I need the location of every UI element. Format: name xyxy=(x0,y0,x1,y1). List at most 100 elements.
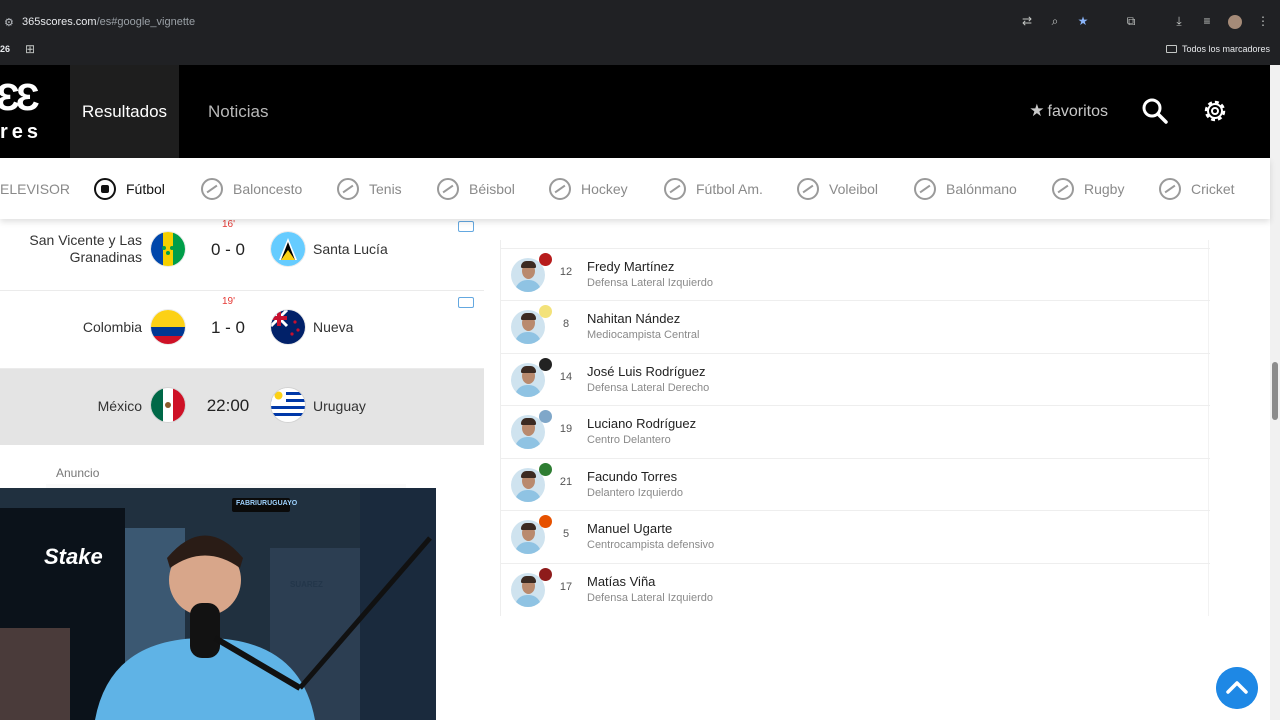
player-number: 19 xyxy=(559,423,573,435)
basketball-icon xyxy=(201,178,223,200)
player-row[interactable]: 8 Nahitan Nández Mediocampista Central xyxy=(501,300,1210,352)
player-position: Defensa Lateral Derecho xyxy=(587,382,710,394)
logo-text: res xyxy=(0,121,43,143)
search-icon[interactable] xyxy=(1141,97,1169,125)
club-badge-icon xyxy=(539,305,552,318)
player-row[interactable]: 21 Facundo Torres Delantero Izquierdo xyxy=(501,458,1210,510)
player-row[interactable]: 17 Matías Viña Defensa Lateral Izquierdo xyxy=(501,563,1210,615)
player-position: Mediocampista Central xyxy=(587,329,700,341)
sport-label: Voleibol xyxy=(829,181,879,197)
extensions-icon[interactable]: ⧉ xyxy=(1124,14,1138,29)
player-row[interactable]: 14 José Luis Rodríguez Defensa Lateral D… xyxy=(501,353,1210,405)
stake-logo: Stake xyxy=(44,544,103,569)
tv-icon[interactable] xyxy=(458,221,474,232)
sport-label: Rugby xyxy=(1084,181,1125,197)
flag-uruguay xyxy=(271,388,305,422)
player-name: Luciano Rodríguez xyxy=(587,416,697,431)
sport-hockey[interactable]: Hockey xyxy=(549,177,628,201)
match-row[interactable]: México 22:00 Uruguay xyxy=(0,369,484,445)
sport-voleibol[interactable]: Voleibol xyxy=(797,177,878,201)
sport-cricket[interactable]: Cricket xyxy=(1159,177,1235,201)
apps-grid-icon[interactable]: ⊞ xyxy=(25,42,35,56)
scroll-to-top-button[interactable] xyxy=(1216,667,1258,709)
player-name: Manuel Ugarte xyxy=(587,521,673,536)
baseball-icon xyxy=(437,178,459,200)
sport-balonmano[interactable]: Balónmano xyxy=(914,177,1017,201)
sport-tenis[interactable]: Tenis xyxy=(337,177,402,201)
match-score: 1 - 0 xyxy=(210,318,246,337)
home-team: Colombia xyxy=(82,319,142,335)
player-position: Centro Delantero xyxy=(587,434,671,446)
player-name: Facundo Torres xyxy=(587,469,678,484)
media-icon[interactable]: ≡ xyxy=(1200,14,1214,29)
club-badge-icon xyxy=(539,253,552,266)
away-team: Uruguay xyxy=(313,398,366,414)
player-number: 17 xyxy=(559,581,573,593)
club-badge-icon xyxy=(539,410,552,423)
club-badge-icon xyxy=(539,515,552,528)
tab-resultados[interactable]: Resultados xyxy=(70,65,179,158)
url-text[interactable]: 365scores.com/es#google_vignette xyxy=(22,16,195,28)
profile-avatar[interactable] xyxy=(1228,15,1242,29)
jersey-name: SUAREZ xyxy=(290,580,323,589)
translate-icon[interactable]: ⇄ xyxy=(1020,14,1034,29)
player-number: 5 xyxy=(562,528,570,540)
gear-icon[interactable] xyxy=(1201,97,1229,125)
download-icon[interactable]: ⤓ xyxy=(1172,14,1186,29)
star-icon: ★ xyxy=(1029,101,1045,120)
zoom-icon[interactable]: ⌕ xyxy=(1048,14,1062,29)
club-badge-icon xyxy=(539,463,552,476)
sport-beisbol[interactable]: Béisbol xyxy=(437,177,515,201)
away-team: Santa Lucía xyxy=(313,241,388,257)
scrollbar-thumb[interactable] xyxy=(1272,362,1278,420)
folder-icon xyxy=(1165,45,1177,53)
sport-futbol[interactable]: Fútbol xyxy=(94,177,165,201)
player-number: 12 xyxy=(559,266,573,278)
address-bar[interactable]: ⚙ 365scores.com/es#google_vignette ⇄ ⌕ ★… xyxy=(0,8,1280,36)
tab-noticias[interactable]: Noticias xyxy=(208,65,268,158)
sport-label: ELEVISOR xyxy=(0,181,71,197)
football-icon xyxy=(664,178,686,200)
favorites-link[interactable]: ★ favoritos xyxy=(1029,101,1108,121)
browser-chrome: ⚙ 365scores.com/es#google_vignette ⇄ ⌕ ★… xyxy=(0,0,1280,65)
player-name: Fredy Martínez xyxy=(587,259,675,274)
match-minute: 19' xyxy=(222,296,236,307)
sport-label: Fútbol xyxy=(126,181,165,197)
menu-icon[interactable]: ⋮ xyxy=(1256,14,1270,29)
sport-label: Hockey xyxy=(581,181,628,197)
sport-baloncesto[interactable]: Baloncesto xyxy=(201,177,302,201)
sport-label: Fútbol Am. xyxy=(696,181,763,197)
logo-mark: ƐƐ xyxy=(0,77,40,119)
match-row[interactable]: 16' San Vicente y Las Granadinas 0 - 0 S… xyxy=(0,219,484,291)
site-logo[interactable]: ƐƐ res xyxy=(0,79,56,143)
sport-rugby[interactable]: Rugby xyxy=(1052,177,1124,201)
webcam-banner: FABRIURUGUAYO xyxy=(236,500,298,507)
all-bookmarks[interactable]: Todos los marcadores xyxy=(1165,44,1270,54)
player-name: Matías Viña xyxy=(587,574,656,589)
hockey-puck-icon xyxy=(549,178,571,200)
field-icon[interactable] xyxy=(458,297,474,308)
site-header: ƐƐ res Resultados Noticias ★ favoritos xyxy=(0,65,1270,158)
soccer-ball-icon xyxy=(94,178,116,200)
player-row[interactable]: 12 Fredy Martínez Defensa Lateral Izquie… xyxy=(501,248,1210,300)
bookmark-count[interactable]: 26 xyxy=(0,44,10,54)
player-row[interactable]: 5 Manuel Ugarte Centrocampista defensivo xyxy=(501,510,1210,562)
flag-san-vicente xyxy=(151,232,185,266)
sport-tv[interactable]: ELEVISOR xyxy=(0,177,70,201)
sport-label: Béisbol xyxy=(469,181,515,197)
url-host: 365scores.com xyxy=(22,16,97,28)
flag-nueva-zelanda xyxy=(271,310,305,344)
player-number: 8 xyxy=(562,318,570,330)
tennis-ball-icon xyxy=(337,178,359,200)
bookmark-star-icon[interactable]: ★ xyxy=(1076,14,1090,29)
site-info-icon[interactable]: ⚙ xyxy=(4,16,14,29)
player-number: 14 xyxy=(559,371,573,383)
match-minute: 16' xyxy=(222,219,236,230)
club-badge-icon xyxy=(539,358,552,371)
favorites-label: favoritos xyxy=(1047,103,1108,120)
webcam-overlay: FABRIURUGUAYO Stake SUAREZ xyxy=(0,488,436,720)
sport-futbol-americano[interactable]: Fútbol Am. xyxy=(664,177,763,201)
match-row[interactable]: 19' Colombia 1 - 0 Nueva xyxy=(0,291,484,369)
player-row[interactable]: 19 Luciano Rodríguez Centro Delantero xyxy=(501,405,1210,457)
